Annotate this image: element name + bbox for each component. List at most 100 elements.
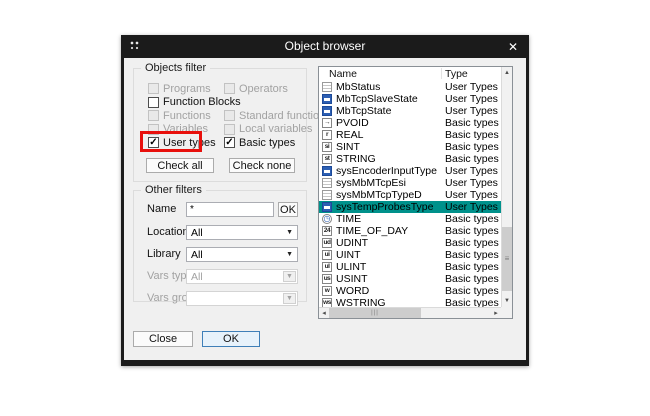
checkbox-box-icon[interactable]: ✓	[224, 137, 235, 148]
type-name: USINT	[336, 273, 368, 285]
list-row-sysencoderinputtype[interactable]: sysEncoderInputTypeUser Types	[319, 165, 501, 177]
type-name: sysEncoderInputType	[336, 165, 437, 177]
type-name: WORD	[336, 285, 369, 297]
list-row-pvoid[interactable]: →PVOIDBasic types	[319, 117, 501, 129]
checkbox-label: Basic types	[239, 137, 295, 149]
check-all-button[interactable]: Check all	[146, 158, 214, 173]
list-row-mbtcpstate[interactable]: MbTcpState User Types	[319, 105, 501, 117]
list-row-sint[interactable]: siSINTBasic types	[319, 141, 501, 153]
list-row-wstring[interactable]: wsWSTRINGBasic types	[319, 297, 501, 307]
grid-spacer	[224, 96, 308, 110]
checkbox-operators: Operators	[224, 82, 308, 96]
type-name: STRING	[336, 153, 376, 165]
checkbox-function-blocks[interactable]: Function Blocks	[148, 96, 224, 110]
user-type-icon	[322, 166, 332, 176]
other-filters-group: Other filters Name OK Location All ▼ Lib…	[133, 190, 307, 302]
library-combobox[interactable]: All ▼	[186, 247, 298, 262]
list-header: Name Type	[319, 67, 501, 80]
list-row-mbstatus[interactable]: MbStatusUser Types	[319, 81, 501, 93]
checkbox-label: Local variables	[239, 123, 312, 135]
location-value: All	[191, 227, 203, 239]
struct-type-icon	[322, 82, 332, 92]
column-header-name[interactable]: Name	[329, 68, 357, 80]
list-row-ulint[interactable]: ulULINTBasic types	[319, 261, 501, 273]
type-list-rows: MbStatusUser TypesMbTcpSlaveStateUser Ty…	[319, 81, 501, 307]
basic-type-icon: ud	[322, 238, 332, 248]
list-row-time-of-day[interactable]: 24TIME_OF_DAYBasic types	[319, 225, 501, 237]
checkbox-label: Functions	[163, 110, 211, 122]
checkbox-box-icon	[224, 124, 235, 135]
name-filter-input[interactable]	[186, 202, 274, 217]
checkbox-box-icon	[148, 83, 159, 94]
scroll-down-icon[interactable]: ▼	[502, 296, 512, 306]
objects-filter-title: Objects filter	[141, 62, 210, 74]
close-button[interactable]: Close	[133, 331, 193, 347]
basic-type-icon: →	[322, 118, 332, 128]
type-category: Basic types	[445, 225, 499, 237]
list-row-udint[interactable]: ud UDINT Basic types	[319, 237, 501, 249]
type-category: Basic types	[445, 273, 499, 285]
scroll-right-icon[interactable]: ▸	[491, 308, 501, 318]
type-name: REAL	[336, 129, 363, 141]
checkbox-local-variables: Local variables	[224, 123, 308, 137]
name-label: Name	[147, 203, 176, 215]
type-name: MbTcpState	[336, 105, 391, 117]
library-label: Library	[147, 248, 181, 260]
list-row-sysmbmtcptyped[interactable]: sysMbMTcpTypeDUser Types	[319, 189, 501, 201]
close-icon[interactable]: ✕	[504, 38, 522, 55]
type-name: MbStatus	[336, 81, 380, 93]
list-row-uint[interactable]: uiUINTBasic types	[319, 249, 501, 261]
title-bar[interactable]: Object browser ✕	[121, 35, 529, 58]
horizontal-scrollbar[interactable]: ◂ ||| ▸	[319, 307, 501, 318]
list-row-real[interactable]: rREALBasic types	[319, 129, 501, 141]
checkbox-basic-types[interactable]: ✓ Basic types	[224, 136, 308, 150]
basic-type-icon: st	[322, 154, 332, 164]
type-category: Basic types	[445, 297, 499, 307]
dialog-client-area: Objects filter Programs Operators Function…	[124, 58, 526, 360]
vars-type-filter-row: Vars type All ▼	[134, 269, 306, 284]
horizontal-scroll-thumb[interactable]: |||	[329, 308, 421, 318]
basic-type-icon: w	[322, 286, 332, 296]
basic-type-icon: ws	[322, 298, 332, 307]
type-name: SINT	[336, 141, 360, 153]
type-name: UDINT	[336, 237, 368, 249]
user-type-icon	[322, 202, 332, 212]
checkbox-box-icon	[224, 83, 235, 94]
column-separator	[441, 68, 442, 79]
checkbox-box-icon[interactable]	[148, 97, 159, 108]
highlight-red-box	[140, 131, 202, 152]
type-name: ULINT	[336, 261, 366, 273]
ok-button[interactable]: OK	[202, 331, 260, 347]
scroll-up-icon[interactable]: ▲	[502, 68, 512, 78]
scroll-left-icon[interactable]: ◂	[319, 308, 329, 318]
type-category: Basic types	[445, 237, 499, 249]
name-filter-ok-button[interactable]: OK	[278, 202, 298, 217]
vertical-scroll-thumb[interactable]: ≡	[502, 227, 512, 291]
list-row-mbtcpslavestate[interactable]: MbTcpSlaveStateUser Types	[319, 93, 501, 105]
list-row-usint[interactable]: us USINT Basic types	[319, 273, 501, 285]
type-name: sysTempProbesType	[336, 201, 433, 213]
check-none-button[interactable]: Check none	[229, 158, 295, 173]
checkbox-label: Programs	[163, 83, 211, 95]
library-value: All	[191, 249, 203, 261]
location-filter-row: Location All ▼	[134, 225, 306, 240]
list-row-sysmbmtcpesi[interactable]: sysMbMTcpEsiUser Types	[319, 177, 501, 189]
vars-group-filter-row: Vars group ▼	[134, 291, 306, 306]
list-row-word[interactable]: wWORDBasic types	[319, 285, 501, 297]
list-row-string[interactable]: stSTRINGBasic types	[319, 153, 501, 165]
column-header-type[interactable]: Type	[445, 68, 468, 80]
list-row-systempprobestype[interactable]: sysTempProbesTypeUser Types	[319, 201, 501, 213]
basic-type-icon: ui	[322, 250, 332, 260]
chevron-down-icon: ▼	[283, 293, 296, 304]
checkbox-label: Operators	[239, 83, 288, 95]
basic-type-icon: us	[322, 274, 332, 284]
objects-filter-group: Objects filter ProgramsOperatorsFunction…	[133, 68, 307, 182]
vars-group-combobox-disabled: ▼	[186, 291, 298, 306]
checkbox-standard-functions: Standard functions	[224, 109, 308, 123]
vertical-scrollbar[interactable]: ▲ ≡ ▼	[501, 67, 512, 307]
type-category: User Types	[445, 105, 498, 117]
location-combobox[interactable]: All ▼	[186, 225, 298, 240]
basic-type-icon: 24	[322, 226, 332, 236]
checkbox-programs: Programs	[148, 82, 224, 96]
list-row-time[interactable]: ◷TIMEBasic types	[319, 213, 501, 225]
